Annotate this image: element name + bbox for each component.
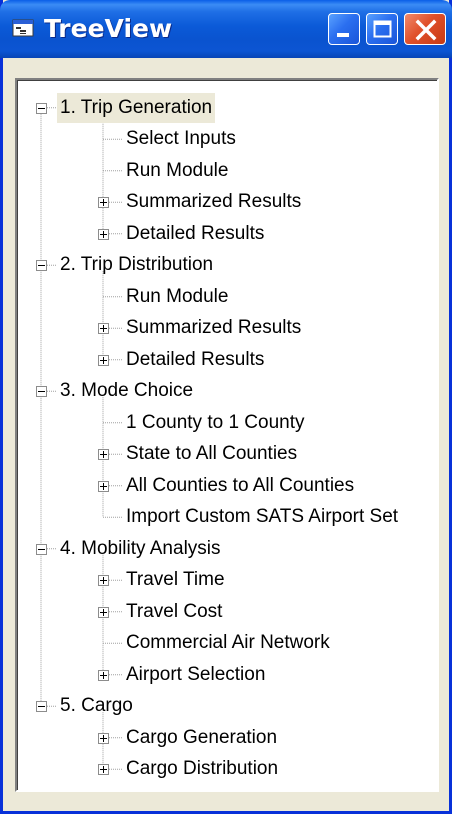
tree-node-child[interactable]: Import Custom SATS Airport Set (123, 502, 401, 532)
maximize-button[interactable] (366, 13, 398, 45)
expand-collapse-icon[interactable] (98, 669, 109, 681)
expand-collapse-icon[interactable] (36, 260, 47, 272)
tree-node-root[interactable]: 1. Trip Generation (57, 92, 216, 123)
expand-collapse-icon[interactable] (36, 543, 47, 555)
expand-collapse-icon[interactable] (36, 701, 47, 713)
expand-collapse-icon[interactable] (98, 575, 109, 587)
app-icon (12, 19, 34, 37)
expand-collapse-icon[interactable] (36, 102, 47, 114)
tree-node-child[interactable]: Detailed Results (123, 219, 267, 249)
tree-node-child[interactable]: All Counties to All Counties (123, 471, 357, 501)
tree-node-root[interactable]: 3. Mode Choice (57, 376, 196, 406)
tree-node-child[interactable]: Select Inputs (123, 124, 239, 154)
expand-collapse-icon[interactable] (98, 606, 109, 618)
tree-node-child[interactable]: Summarized Results (123, 313, 304, 343)
expand-collapse-icon[interactable] (36, 386, 47, 398)
tree-node-child[interactable]: Summarized Results (123, 187, 304, 217)
tree-view[interactable]: 1. Trip Generation Select Inputs Run Modul… (15, 78, 439, 792)
close-icon (415, 19, 437, 41)
minimize-button[interactable] (328, 13, 360, 45)
tree-node-root[interactable]: 5. Cargo (57, 691, 136, 721)
tree-node-child[interactable]: Travel Cost (123, 597, 225, 627)
tree-node-root[interactable]: 2. Trip Distribution (57, 250, 216, 280)
expand-collapse-icon[interactable] (98, 354, 109, 366)
treeview-window: TreeView 1. Trip Generation Select Inputs… (0, 0, 452, 814)
tree-node-child[interactable]: Detailed Results (123, 345, 267, 375)
tree-node-root[interactable]: 4. Mobility Analysis (57, 534, 224, 564)
tree-node-child[interactable]: Airport Selection (123, 660, 268, 690)
minimize-icon (337, 33, 349, 37)
close-button[interactable] (404, 13, 446, 45)
tree-node-child[interactable]: Cargo Generation (123, 723, 280, 753)
tree-node-child[interactable]: Cargo Distribution (123, 754, 281, 784)
expand-collapse-icon[interactable] (98, 480, 109, 492)
expand-collapse-icon[interactable] (98, 323, 109, 335)
tree-node-child[interactable]: State to All Counties (123, 439, 300, 469)
tree-node-child[interactable]: Run Module (123, 282, 231, 312)
title-bar[interactable]: TreeView (0, 0, 452, 58)
tree-node-child[interactable]: Travel Time (123, 565, 228, 595)
tree-node-child[interactable]: Commercial Air Network (123, 628, 333, 658)
tree-node-child[interactable]: 1 County to 1 County (123, 408, 308, 438)
expand-collapse-icon[interactable] (98, 228, 109, 240)
expand-collapse-icon[interactable] (98, 449, 109, 461)
expand-collapse-icon[interactable] (98, 764, 109, 776)
expand-collapse-icon[interactable] (98, 197, 109, 209)
window-title: TreeView (44, 14, 173, 43)
expand-collapse-icon[interactable] (98, 732, 109, 744)
maximize-icon (373, 20, 392, 38)
tree-node-child[interactable]: Run Module (123, 156, 231, 186)
